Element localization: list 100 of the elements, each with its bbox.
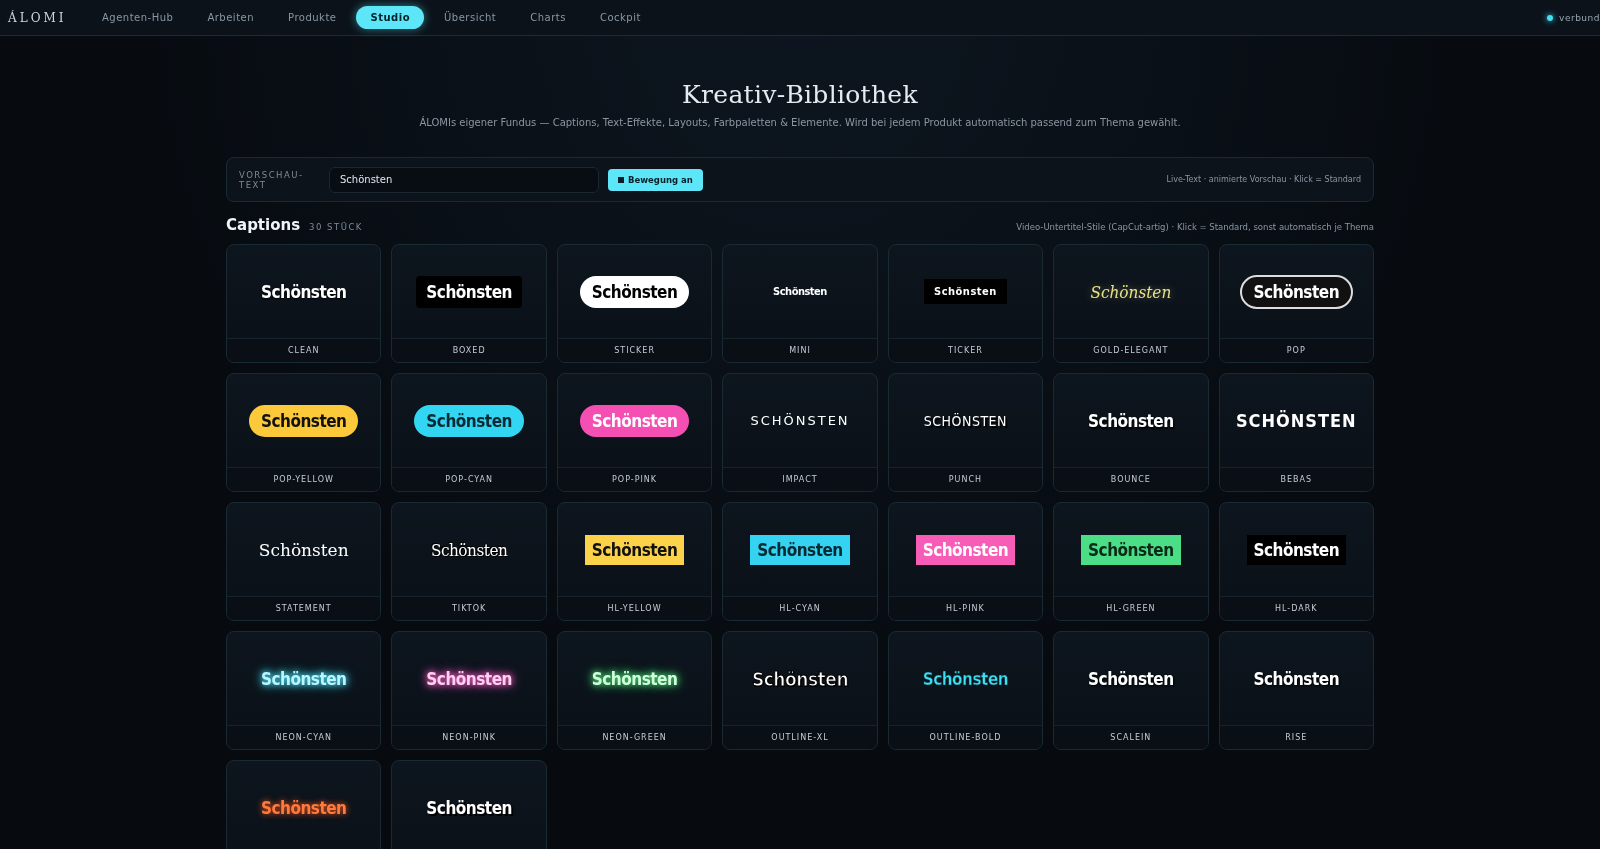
style-name: HL-YELLOW <box>607 604 662 613</box>
preview-text-field[interactable]: Schönsten <box>329 166 599 193</box>
caption-preview: Schönsten <box>426 668 512 689</box>
logo[interactable]: ÁLOMI <box>8 10 88 25</box>
caption-style-card[interactable]: Schönsten HL-PINK <box>887 502 1044 621</box>
page-subtitle: ÁLOMIs eigener Fundus — Captions, Text-Effekte, Layouts, Farbpaletten & Elemente. Wird bei jedem Produkt automatisch passend zum Thema gewählt. <box>418 117 1182 128</box>
caption-style-card[interactable]: Schönsten TICKER <box>887 244 1044 363</box>
style-name: HL-DARK <box>1275 604 1318 613</box>
caption-style-card[interactable]: Schönsten MINI <box>722 244 878 363</box>
caption-style-card[interactable]: Schönsten HL-YELLOW <box>556 502 713 621</box>
caption-preview: Schönsten <box>258 539 349 560</box>
caption-style-card[interactable]: Schönsten BOUNCE <box>1053 373 1209 492</box>
toolbar-hint: Live-Text · animierte Vorschau · Klick = Standard <box>1166 175 1361 184</box>
page-title: Kreativ-Bibliothek <box>681 80 919 109</box>
caption-style-card[interactable]: Schönsten STATEMENT <box>226 502 382 621</box>
style-name: POP-CYAN <box>445 475 494 484</box>
nav-tab[interactable]: Produkte <box>274 6 351 29</box>
caption-style-card[interactable]: Schönsten OUTLINE-XL <box>722 631 878 750</box>
caption-style-card[interactable]: Schönsten POP <box>1218 244 1374 363</box>
style-name: POP-PINK <box>612 475 658 484</box>
nav-tab[interactable]: Agenten-Hub <box>88 6 188 29</box>
style-name: STATEMENT <box>275 604 332 613</box>
caption-style-card[interactable]: Schönsten <box>226 760 382 849</box>
caption-preview: Schönsten <box>248 404 359 437</box>
caption-style-card[interactable]: Schönsten POP-CYAN <box>391 373 547 492</box>
caption-preview: Schönsten <box>416 275 522 308</box>
style-name: POP-YELLOW <box>273 475 334 484</box>
style-name: HL-PINK <box>946 604 985 613</box>
style-name: IMPACT <box>782 475 818 484</box>
caption-preview: Schönsten <box>414 404 524 437</box>
section-hint: Video-Untertitel-Stile (CapCut-artig) · Klick = Standard, sonst automatisch je Thema <box>1016 222 1374 232</box>
caption-preview: Schönsten <box>1088 410 1174 431</box>
style-name: TIKTOK <box>451 604 487 613</box>
preview-text-label: VORSCHAU-TEXT <box>239 169 305 190</box>
style-name: CLEAN <box>287 346 320 355</box>
caption-style-card[interactable]: Schönsten TIKTOK <box>391 502 547 621</box>
caption-preview: Schönsten <box>1246 534 1347 565</box>
caption-preview: Schönsten <box>584 534 685 565</box>
caption-style-card[interactable]: SCHÖNSTEN BEBAS <box>1218 373 1374 492</box>
item-count: 30 STÜCK <box>309 222 363 232</box>
caption-preview: Schönsten <box>1239 274 1354 309</box>
caption-preview: SCHÖNSTEN <box>750 413 850 428</box>
caption-preview: Schönsten <box>260 668 347 689</box>
caption-style-card[interactable]: Schönsten GOLD-ELEGANT <box>1053 244 1209 363</box>
caption-preview: Schönsten <box>773 285 827 298</box>
caption-preview: Schönsten <box>579 404 690 437</box>
nav-tab[interactable]: Cockpit <box>585 6 655 29</box>
style-name: STICKER <box>614 346 655 355</box>
caption-preview: SCHÖNSTEN <box>1235 410 1357 431</box>
caption-preview: Schönsten <box>1081 534 1181 565</box>
caption-style-card[interactable]: Schönsten NEON-PINK <box>391 631 547 750</box>
caption-style-card[interactable]: Schönsten CLEAN <box>226 244 382 363</box>
caption-preview: Schönsten <box>924 279 1007 304</box>
caption-preview: SCHÖNSTEN <box>923 412 1007 429</box>
caption-style-card[interactable]: Schönsten BOXED <box>391 244 547 363</box>
caption-style-card[interactable]: Schönsten POP-PINK <box>556 373 713 492</box>
nav-tab[interactable]: Übersicht <box>430 6 511 29</box>
style-name: HL-CYAN <box>779 604 821 613</box>
caption-style-card[interactable]: Schönsten <box>391 760 547 849</box>
section-title: Captions <box>226 216 301 234</box>
style-name: NEON-CYAN <box>275 733 332 742</box>
caption-preview: Schönsten <box>260 281 347 302</box>
style-name: GOLD-ELEGANT <box>1093 346 1169 355</box>
nav-tab[interactable]: Charts <box>516 6 580 29</box>
style-name: TICKER <box>948 346 983 355</box>
stop-icon <box>618 176 624 183</box>
caption-preview: Schönsten <box>922 668 1009 689</box>
caption-preview: Schönsten <box>751 667 849 690</box>
style-name: RISE <box>1285 733 1308 742</box>
style-name: BOUNCE <box>1110 475 1151 484</box>
caption-preview: Schönsten <box>426 797 512 818</box>
caption-style-card[interactable]: Schönsten OUTLINE-BOLD <box>887 631 1044 750</box>
style-name: OUTLINE-XL <box>771 733 829 742</box>
style-name: SCALEIN <box>1110 733 1152 742</box>
nav-tab[interactable]: Studio <box>356 6 425 29</box>
caption-preview: Schönsten <box>579 275 690 308</box>
caption-style-card[interactable]: SCHÖNSTEN IMPACT <box>722 373 878 492</box>
style-name: BOXED <box>452 346 486 355</box>
caption-style-card[interactable]: Schönsten STICKER <box>556 244 713 363</box>
caption-preview: Schönsten <box>750 534 850 565</box>
style-name: HL-GREEN <box>1106 604 1156 613</box>
caption-preview: Schönsten <box>1253 668 1340 689</box>
connection-status: verbund <box>1559 12 1600 23</box>
caption-style-card[interactable]: Schönsten HL-CYAN <box>722 502 878 621</box>
style-name: PUNCH <box>948 475 983 484</box>
style-name: NEON-GREEN <box>602 733 667 742</box>
caption-style-card[interactable]: Schönsten HL-DARK <box>1218 502 1374 621</box>
motion-toggle-button[interactable]: Bewegung an <box>608 168 703 191</box>
style-name: POP <box>1286 346 1306 355</box>
caption-style-card[interactable]: Schönsten RISE <box>1218 631 1374 750</box>
caption-style-card[interactable]: Schönsten POP-YELLOW <box>226 373 382 492</box>
nav-tab[interactable]: Arbeiten <box>193 6 269 29</box>
style-name: MINI <box>789 346 811 355</box>
style-name: BEBAS <box>1280 475 1313 484</box>
caption-style-card[interactable]: SCHÖNSTEN PUNCH <box>887 373 1044 492</box>
caption-style-card[interactable]: Schönsten HL-GREEN <box>1053 502 1209 621</box>
caption-preview: Schönsten <box>915 534 1016 565</box>
caption-style-card[interactable]: Schönsten NEON-CYAN <box>226 631 382 750</box>
caption-style-card[interactable]: Schönsten NEON-GREEN <box>556 631 713 750</box>
caption-style-card[interactable]: Schönsten SCALEIN <box>1053 631 1209 750</box>
